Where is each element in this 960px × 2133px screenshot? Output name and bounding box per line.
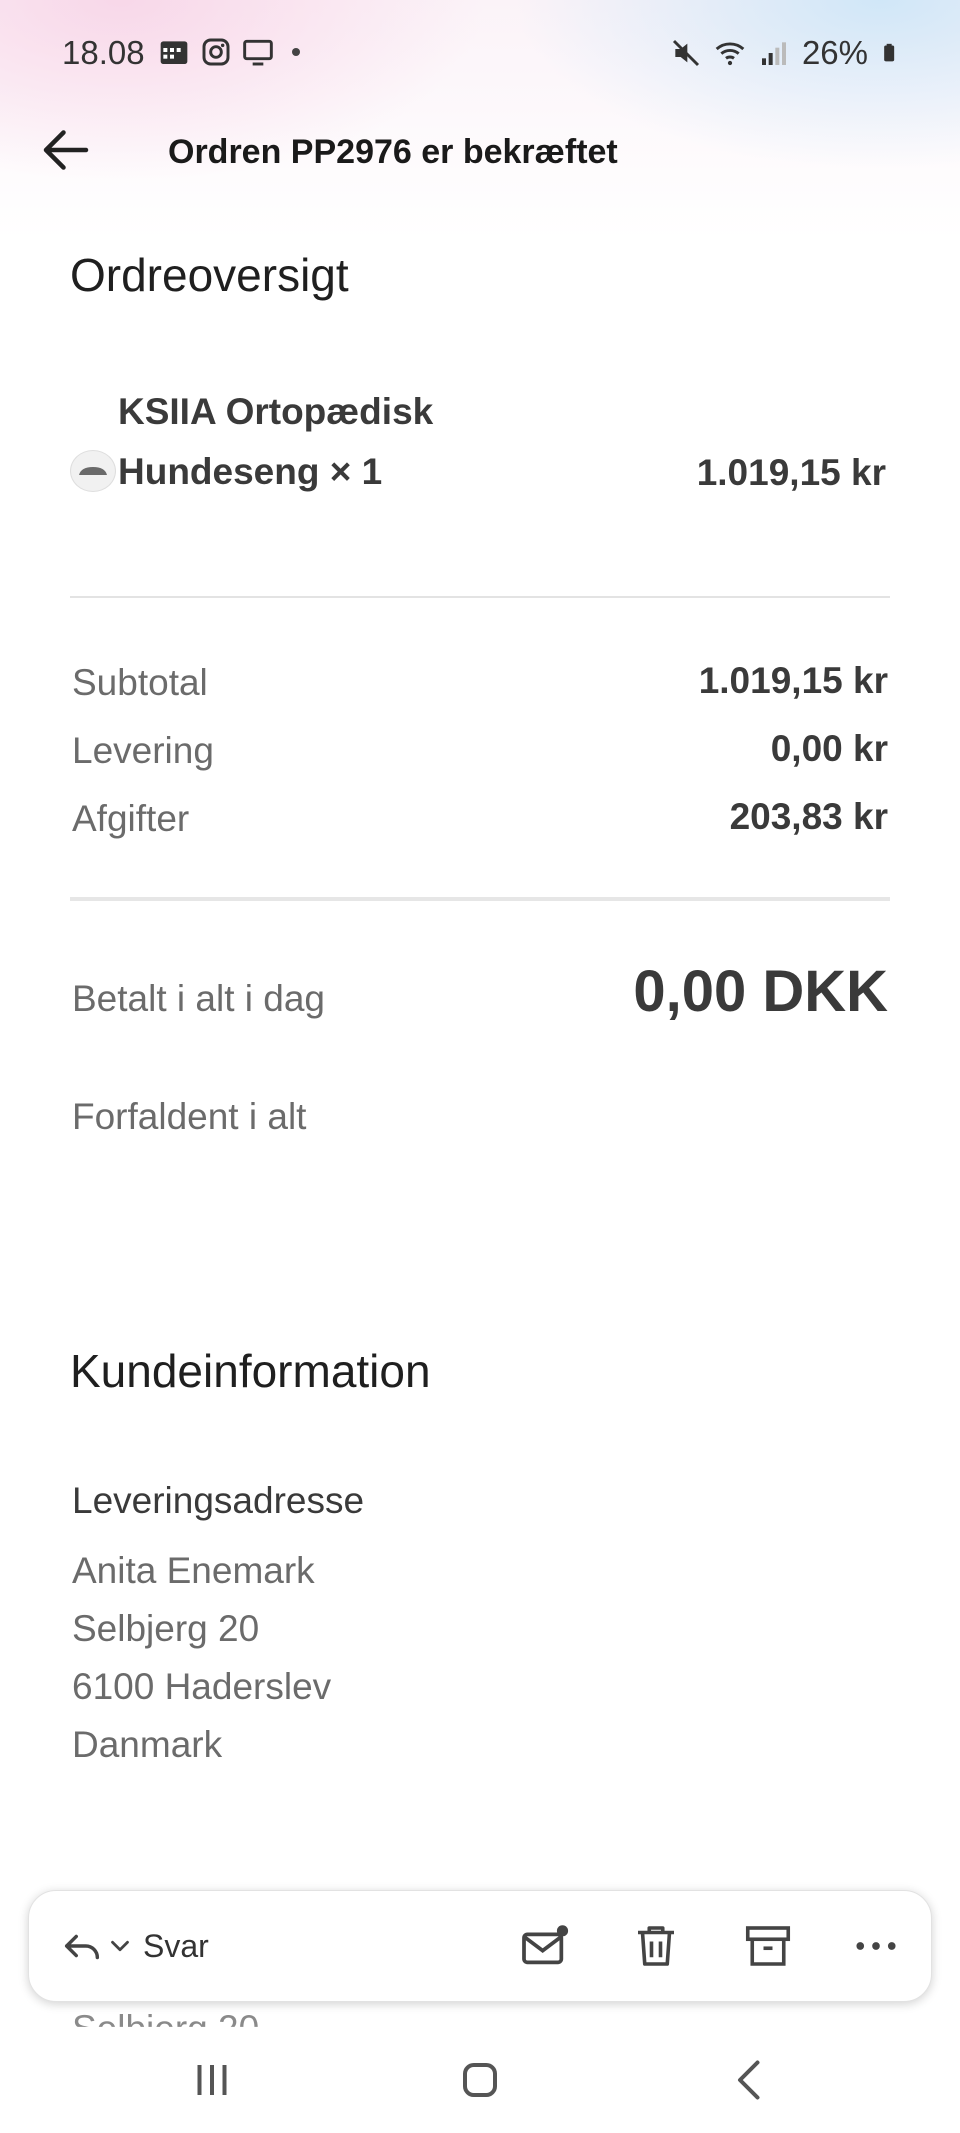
subtotal-label: Subtotal xyxy=(72,662,208,703)
more-button[interactable] xyxy=(849,1916,903,1976)
product-name[interactable]: KSIIA Ortopædisk Hundeseng × 1 xyxy=(118,382,538,502)
dog-bed-icon xyxy=(79,467,107,475)
status-time: 18.08 xyxy=(62,34,145,71)
status-icons-left xyxy=(158,36,300,68)
paid-today-label: Betalt i alt i dag xyxy=(72,978,325,1019)
taxes-value: 203,83 kr xyxy=(729,796,888,837)
reply-button[interactable]: Svar xyxy=(59,1916,209,1976)
battery-icon xyxy=(884,43,895,62)
product-thumbnail xyxy=(70,450,116,492)
shipping-address-heading: Leveringsadresse xyxy=(72,1480,365,1521)
address-line: Anita Enemark xyxy=(72,1550,315,1591)
system-nav-bar xyxy=(0,2030,960,2133)
archive-icon xyxy=(745,1926,791,1966)
divider xyxy=(70,897,890,901)
recent-apps-icon[interactable] xyxy=(182,2050,242,2110)
signal-icon xyxy=(761,42,786,65)
arrow-left-icon[interactable] xyxy=(36,120,96,180)
wifi-icon xyxy=(715,42,745,66)
home-icon[interactable] xyxy=(450,2050,510,2110)
address-line: Selbjerg 20 xyxy=(72,1608,260,1649)
status-icons-right: 26% xyxy=(670,34,900,72)
product-name-line2: Hundeseng × 1 xyxy=(118,451,383,492)
mark-unread-button[interactable] xyxy=(517,1916,573,1976)
taxes-label: Afgifter xyxy=(72,798,190,839)
customer-info-heading: Kundeinformation xyxy=(70,1345,431,1397)
due-total-label: Forfaldent i alt xyxy=(72,1096,307,1137)
divider xyxy=(70,596,890,598)
screen-icon xyxy=(243,39,273,66)
subtotal-value: 1.019,15 kr xyxy=(698,660,888,701)
chevron-down-icon xyxy=(111,1940,129,1952)
shipping-label: Levering xyxy=(72,730,214,771)
address-line: Danmark xyxy=(72,1724,223,1765)
notification-dot xyxy=(292,48,300,56)
mute-icon xyxy=(672,39,699,67)
page-title: Ordren PP2976 er bekræftet xyxy=(168,133,618,171)
more-icon xyxy=(856,1942,896,1950)
archive-button[interactable] xyxy=(741,1916,795,1976)
app-bar: Ordren PP2976 er bekræftet xyxy=(0,108,960,208)
product-price: 1.019,15 kr xyxy=(696,452,886,493)
battery-percent: 26% xyxy=(801,34,868,71)
status-bar: 18.08 26% xyxy=(0,0,960,108)
delete-button[interactable] xyxy=(629,1916,683,1976)
back-icon[interactable] xyxy=(720,2050,780,2110)
calendar-icon xyxy=(160,41,188,64)
address-line: 6100 Haderslev xyxy=(72,1666,332,1707)
trash-icon xyxy=(638,1926,674,1966)
order-summary-heading: Ordreoversigt xyxy=(70,249,349,301)
instagram-icon xyxy=(202,38,230,66)
reply-label: Svar xyxy=(143,1927,209,1964)
product-name-line1: KSIIA Ortopædisk xyxy=(118,391,434,432)
reply-icon xyxy=(64,1934,100,1960)
reply-toolbar: Svar xyxy=(28,1890,932,2002)
shipping-value: 0,00 kr xyxy=(770,728,888,769)
paid-today-value: 0,00 DKK xyxy=(633,959,888,1024)
mark-unread-icon xyxy=(522,1925,569,1965)
